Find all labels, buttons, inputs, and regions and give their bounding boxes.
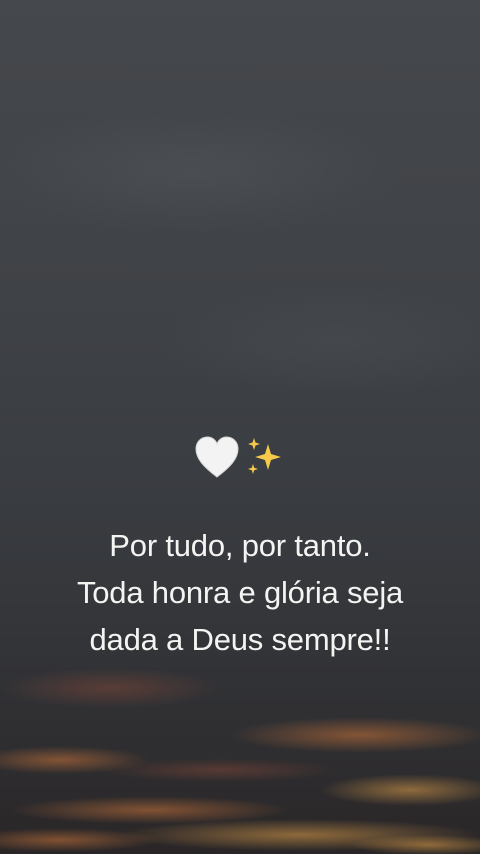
emoji-row [0,430,480,484]
quote-line-3: dada a Deus sempre!! [89,622,391,657]
quote-line-1: Por tudo, por tanto. [109,528,371,563]
quote-block: Por tudo, por tanto. Toda honra e glória… [0,430,480,663]
sunset-sky-background [0,0,480,854]
sparkles-icon [244,436,286,478]
white-heart-icon [194,435,240,479]
quote-text: Por tudo, por tanto. Toda honra e glória… [0,522,480,663]
quote-line-2: Toda honra e glória seja [76,575,404,610]
